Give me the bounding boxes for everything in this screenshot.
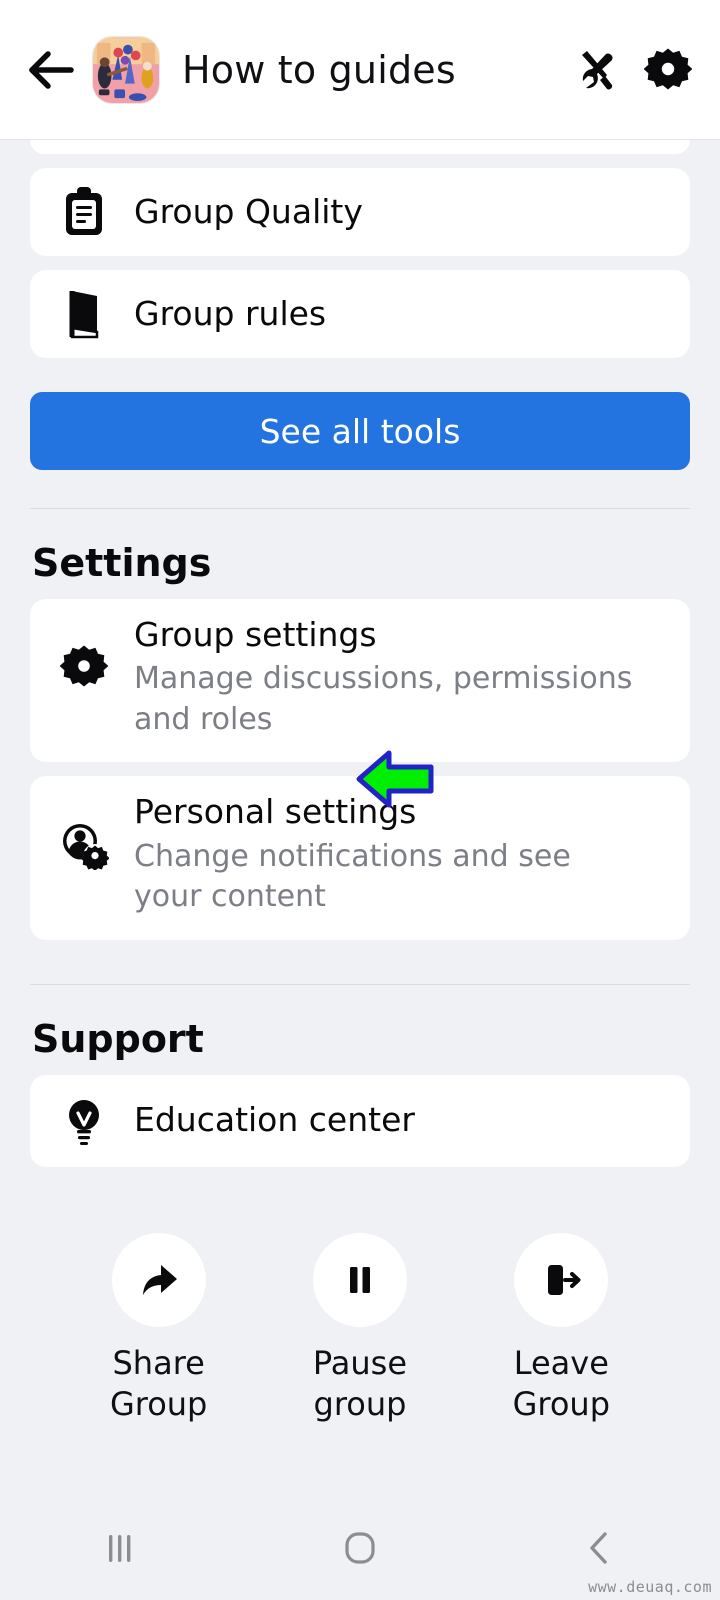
list-item-body: Group settings Manage discussions, permi…: [134, 615, 664, 740]
wrench-screwdriver-icon: [582, 50, 613, 89]
list-item-label: Group rules: [134, 293, 327, 333]
partial-card-above: [30, 140, 690, 154]
action-icon-bubble: [111, 1232, 206, 1327]
nav-recents-button[interactable]: [60, 1508, 180, 1588]
person-gear-icon: [56, 794, 112, 871]
book-icon: [56, 288, 112, 340]
group-avatar[interactable]: [92, 35, 160, 104]
watermark: www.deuaq.com: [588, 1578, 712, 1596]
action-label: Share Group: [109, 1343, 208, 1424]
support-section-title: Support: [32, 1016, 204, 1061]
back-chevron-icon: [590, 1532, 607, 1564]
action-share-group[interactable]: Share Group: [58, 1232, 259, 1426]
header-back-button[interactable]: [22, 41, 80, 99]
clipboard-icon: [56, 186, 112, 238]
list-item-personal-settings[interactable]: Personal settings Change notifications a…: [30, 776, 690, 940]
system-navbar: www.deuaq.com: [0, 1496, 720, 1600]
lightbulb-icon: [56, 1095, 112, 1147]
list-item-group-rules[interactable]: Group rules: [30, 270, 690, 358]
section-divider: [30, 983, 690, 985]
group-action-row: Share Group Pause group Leave Group: [30, 1232, 690, 1426]
list-item-label: Education center: [134, 1100, 415, 1140]
see-all-tools-button[interactable]: See all tools: [30, 392, 690, 470]
home-square-icon: [345, 1532, 375, 1564]
pause-icon: [349, 1266, 370, 1293]
list-item-label: Personal settings: [134, 792, 417, 832]
nav-back-button[interactable]: [540, 1508, 660, 1588]
list-item-body: Personal settings Change notifications a…: [134, 792, 664, 917]
action-icon-bubble: [312, 1232, 407, 1327]
gear-icon: [56, 617, 112, 691]
action-leave-group[interactable]: Leave Group: [461, 1232, 662, 1426]
header-actions: [572, 44, 694, 96]
list-item-body: Group rules: [134, 293, 664, 333]
exit-door-icon: [548, 1264, 581, 1295]
list-item-body: Group Quality: [134, 191, 664, 231]
scroll-content[interactable]: Group Quality Group rules See all tools …: [0, 140, 720, 1496]
app-header: How to guides: [0, 0, 720, 140]
gear-icon: [644, 48, 692, 89]
arrow-left-icon: [29, 50, 74, 89]
list-item-education-center[interactable]: Education center: [30, 1074, 690, 1167]
section-divider: [30, 508, 690, 509]
avatar-illustration: [93, 36, 159, 103]
phone-screen: How to guides Group Quality Group rules …: [0, 0, 720, 1600]
share-arrow-icon: [142, 1264, 177, 1295]
settings-section-title: Settings: [32, 541, 212, 585]
page-title: How to guides: [182, 47, 456, 92]
action-icon-bubble: [514, 1232, 609, 1327]
list-item-label: Group Quality: [134, 191, 363, 231]
action-label: Leave Group: [512, 1343, 611, 1424]
list-item-group-settings[interactable]: Group settings Manage discussions, permi…: [30, 599, 690, 763]
recents-bars-icon: [109, 1535, 131, 1562]
action-pause-group[interactable]: Pause group: [259, 1232, 460, 1426]
header-settings-button[interactable]: [642, 44, 694, 96]
list-item-label: Group settings: [134, 615, 377, 654]
nav-home-button[interactable]: [300, 1508, 420, 1588]
list-item-group-quality[interactable]: Group Quality: [30, 168, 690, 256]
list-item-body: Education center: [134, 1100, 664, 1140]
action-label: Pause group: [312, 1343, 408, 1424]
list-item-subtitle: Manage discussions, permissions and role…: [134, 661, 633, 737]
tools-button[interactable]: [572, 44, 624, 96]
list-item-subtitle: Change notifications and see your conten…: [134, 838, 571, 915]
